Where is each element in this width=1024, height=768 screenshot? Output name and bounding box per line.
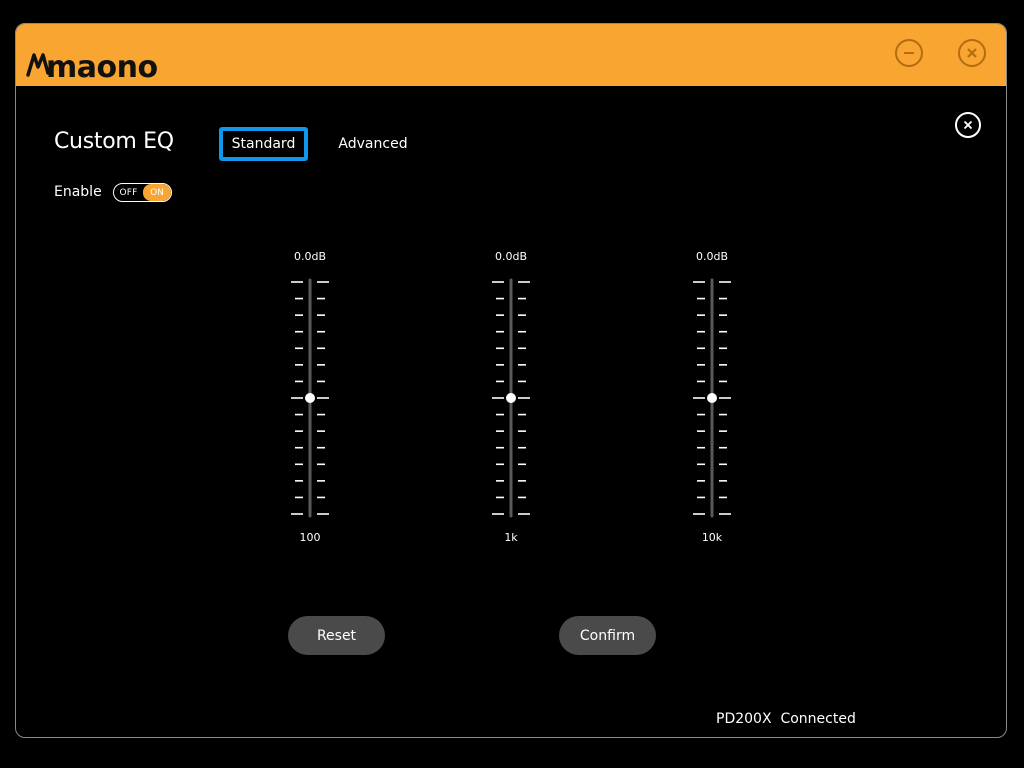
confirm-button-label: Confirm [579, 627, 636, 644]
eq-slider-1k[interactable] [481, 270, 541, 526]
app-window: maono Custom EQ Standard Advanced Enable… [15, 23, 1007, 738]
connection-state: Connected [780, 711, 856, 727]
title-bar: maono [16, 24, 1006, 86]
eq-slider-graphic [492, 278, 530, 518]
eq-band-frequency: 100 [299, 531, 321, 544]
close-circle-icon [963, 120, 973, 130]
minimize-button[interactable] [895, 39, 923, 67]
device-name: PD200X [716, 711, 772, 727]
tab-advanced-label: Advanced [338, 136, 408, 152]
eq-slider-graphic [291, 278, 329, 518]
brand-name: maono [46, 50, 158, 85]
eq-band-1k: 0.0dB 1k [481, 248, 541, 548]
eq-slider-thumb [305, 393, 315, 403]
panel-close-button[interactable] [955, 112, 981, 138]
eq-band-gain: 0.0dB [695, 250, 729, 263]
connection-status: PD200X Connected [716, 711, 856, 727]
tab-standard[interactable]: Standard [219, 127, 308, 161]
eq-band-10k: 0.0dB 10k [682, 248, 742, 548]
eq-slider-thumb [506, 393, 516, 403]
close-icon [967, 48, 977, 58]
eq-band-gain: 0.0dB [494, 250, 528, 263]
page-title: Custom EQ [54, 129, 174, 154]
eq-slider-10k[interactable] [682, 270, 742, 526]
confirm-button[interactable]: Confirm [559, 616, 656, 655]
eq-slider-graphic [693, 278, 731, 518]
reset-button-label: Reset [316, 627, 357, 644]
eq-band-gain: 0.0dB [293, 250, 327, 263]
tab-standard-label: Standard [231, 136, 296, 152]
eq-slider-thumb [707, 393, 717, 403]
eq-slider-100[interactable] [280, 270, 340, 526]
enable-toggle[interactable]: OFF ON [113, 183, 172, 202]
eq-band-100: 0.0dB 100 [280, 248, 340, 548]
close-window-button[interactable] [958, 39, 986, 67]
reset-button[interactable]: Reset [288, 616, 385, 655]
toggle-off-label: OFF [119, 187, 138, 198]
maono-logo: maono [26, 37, 158, 83]
tab-advanced[interactable]: Advanced [328, 127, 418, 161]
enable-label: Enable [54, 184, 102, 200]
toggle-on-label: ON [143, 184, 171, 201]
eq-band-frequency: 10k [701, 531, 723, 544]
eq-band-frequency: 1k [504, 531, 518, 544]
minimize-icon [904, 52, 914, 54]
